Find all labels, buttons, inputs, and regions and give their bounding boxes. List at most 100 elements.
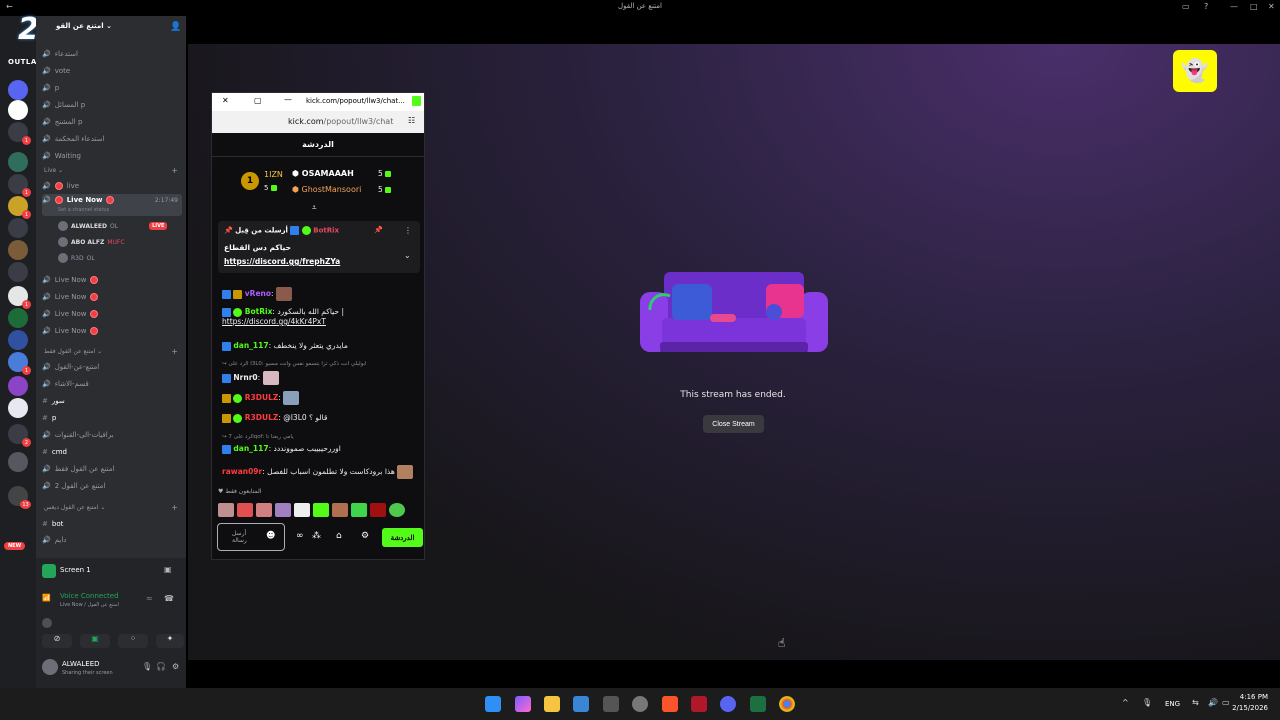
channel-daim[interactable]: 🔊 دايم [42, 532, 182, 548]
channel-live-now[interactable]: 🔊 Live Now [42, 306, 182, 322]
infinity-icon[interactable]: ∞ [296, 531, 304, 541]
obs-icon[interactable] [632, 696, 648, 712]
category-3[interactable]: امتنع عن القول ديغس ⌄ [44, 504, 105, 511]
server-icon[interactable] [8, 100, 28, 120]
server-icon[interactable] [8, 308, 28, 328]
emote-bar[interactable] [218, 503, 418, 517]
channel-item[interactable]: 🔊 امتنع-عن-القول [42, 359, 182, 375]
channel-live[interactable]: 🔊 live [42, 178, 182, 194]
minimize-icon[interactable]: — [284, 95, 292, 104]
voice-user[interactable]: R3D OL [58, 253, 95, 263]
send-chat-button[interactable]: الدردشة [382, 528, 423, 547]
emote-icon[interactable] [351, 503, 367, 517]
channel-item[interactable]: 🔊 المشنج p [42, 114, 182, 130]
add-channel-icon[interactable]: + [171, 503, 178, 512]
language-indicator[interactable]: ENG [1165, 700, 1180, 708]
emote-icon[interactable] [389, 503, 405, 517]
store-icon[interactable] [573, 696, 589, 712]
channel-item[interactable]: 🔊 قسم-الاشاء [42, 376, 182, 392]
server-icon[interactable]: 1 [8, 174, 31, 197]
category-2[interactable]: امتنع عن القول فقط ⌄ [44, 348, 102, 355]
chrome-icon[interactable] [779, 696, 795, 712]
channel-live-now[interactable]: 🔊 Live Now [42, 289, 182, 305]
server-icon[interactable]: 1 [8, 196, 31, 219]
server-name[interactable]: امتنع عن القو ⌄ [56, 22, 112, 30]
channel-item[interactable]: 🔊 امتنع عن القول 2 [42, 478, 182, 494]
username[interactable]: ALWALEED [62, 660, 100, 668]
server-icon[interactable] [8, 80, 28, 100]
channel-item[interactable]: 🔊 استدعاء [42, 46, 182, 62]
app-icon[interactable] [691, 696, 707, 712]
popout-icon[interactable]: ▣ [164, 565, 172, 574]
server-icon[interactable] [8, 398, 28, 418]
pin-icon[interactable]: 📌 [374, 226, 383, 234]
channel-live-now-active[interactable]: 🔊 Live Now 2:17:49 Set a channel status [42, 194, 182, 216]
network-icon[interactable]: ⇆ [1192, 698, 1199, 707]
server-icon[interactable] [8, 240, 28, 260]
close-icon[interactable]: ✕ [1268, 2, 1275, 11]
voice-status[interactable]: Voice Connected [60, 592, 119, 600]
server-icon[interactable] [8, 218, 28, 238]
close-icon[interactable]: ✕ [222, 96, 229, 105]
camera-off-button[interactable]: ⊘ [42, 634, 72, 648]
leader-name[interactable]: ⬢ OSAMAAAH [292, 169, 354, 178]
emote-icon[interactable] [237, 503, 253, 517]
leader-name[interactable]: 1IZN [264, 170, 283, 179]
channel-item[interactable]: 🔊 استدعاء المحكمة [42, 131, 182, 147]
channel-item[interactable]: 🔊 p [42, 80, 182, 96]
calculator-icon[interactable] [603, 696, 619, 712]
chevron-up-icon[interactable]: ^ [1122, 698, 1129, 707]
excel-icon[interactable] [750, 696, 766, 712]
discord-icon[interactable] [720, 696, 736, 712]
channel-live-now[interactable]: 🔊 Live Now [42, 323, 182, 339]
channel-item[interactable]: # p [42, 410, 182, 426]
more-options-icon[interactable]: ⋮ [404, 226, 412, 235]
url-bar[interactable]: kick.com/popout/llw3/chat ☷ [212, 111, 424, 133]
activities-button[interactable]: ⁘ [118, 634, 148, 648]
site-settings-icon[interactable]: ☷ [408, 116, 415, 125]
store-icon[interactable]: ⌂ [336, 531, 342, 541]
inbox-icon[interactable]: ▭ [1182, 2, 1190, 11]
noise-suppression-icon[interactable]: ≈ [146, 594, 153, 603]
add-channel-icon[interactable]: + [171, 166, 178, 175]
copilot-icon[interactable] [515, 696, 531, 712]
minimize-icon[interactable]: — [1230, 2, 1238, 11]
settings-icon[interactable]: ⚙ [172, 662, 179, 671]
share-screen-button[interactable]: ▣ [80, 634, 110, 648]
brave-icon[interactable] [662, 696, 678, 712]
mic-icon[interactable]: 🎙 [142, 662, 152, 671]
server-icon[interactable]: 13 [8, 486, 31, 509]
pinned-link[interactable]: https://discord.gg/frephZYa [224, 257, 340, 266]
mic-icon[interactable]: 🎙 [1142, 698, 1152, 707]
emote-icon[interactable] [313, 503, 329, 517]
help-icon[interactable]: ? [1204, 2, 1208, 11]
channel-item[interactable]: 🔊 برافيات-الى-القنوات [42, 427, 182, 443]
leader-name[interactable]: ⬢ GhostMansoori [292, 185, 361, 194]
clock-time[interactable]: 4:16 PM [1236, 693, 1268, 701]
server-icon[interactable] [8, 376, 28, 396]
expand-leaderboard-icon[interactable]: ⩡ [312, 203, 317, 213]
voice-user[interactable]: ALWALEED OL LIVE [58, 221, 168, 231]
voice-user[interactable]: ABO ALFZ MUFC [58, 237, 125, 247]
user-avatar[interactable] [42, 659, 58, 675]
channel-item[interactable]: 🔊 المسائل p [42, 97, 182, 113]
emote-icon[interactable] [275, 503, 291, 517]
emote-icon[interactable] [256, 503, 272, 517]
channel-item[interactable]: # cmd [42, 444, 182, 460]
channel-item[interactable]: # سور [42, 393, 182, 409]
channel-live-now[interactable]: 🔊 Live Now [42, 272, 182, 288]
server-icon[interactable] [8, 262, 28, 282]
server-icon[interactable]: 1 [8, 286, 31, 309]
channel-item[interactable]: 🔊 امتنع عن القول فقط [42, 461, 182, 477]
chat-link[interactable]: https://discord.gg/4kKr4PxT [222, 317, 326, 326]
chat-input[interactable]: أرسل رسالة ☻ [217, 523, 285, 551]
emote-icon[interactable] [332, 503, 348, 517]
channel-bot[interactable]: # bot [42, 516, 182, 532]
emote-icon[interactable] [370, 503, 386, 517]
users-icon[interactable]: ⁂ [312, 531, 321, 541]
server-icon[interactable]: 1 [8, 352, 31, 375]
volume-icon[interactable]: 🔊 [1208, 698, 1218, 707]
server-icon[interactable]: 2 [8, 424, 31, 447]
clock-date[interactable]: 2/15/2026 [1228, 704, 1268, 712]
server-icon[interactable] [8, 452, 28, 472]
